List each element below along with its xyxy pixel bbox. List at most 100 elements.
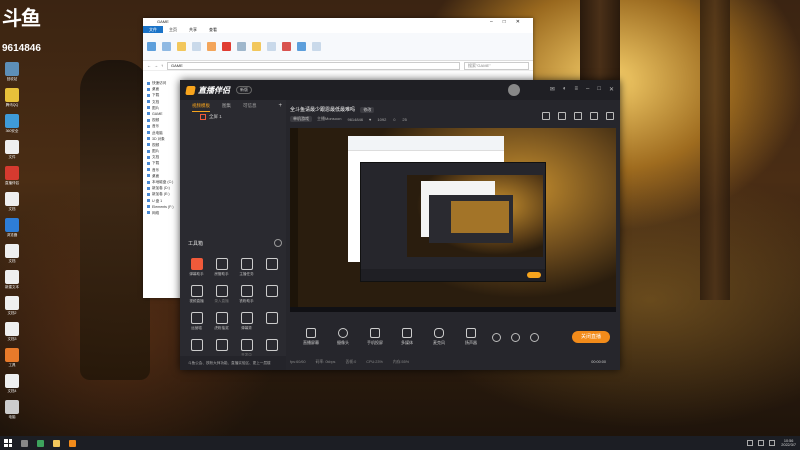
mail-icon[interactable]: ✉ xyxy=(550,86,555,93)
menu-icon[interactable]: ≡ xyxy=(574,86,578,93)
open-icon[interactable] xyxy=(297,42,306,51)
share-icon[interactable] xyxy=(574,112,582,120)
settings-icon[interactable] xyxy=(530,332,539,342)
delete-icon[interactable] xyxy=(222,42,231,51)
more-icon[interactable] xyxy=(606,112,614,120)
tool-icon xyxy=(190,339,203,351)
tab-share[interactable]: 共享 xyxy=(183,26,203,33)
minimize-icon[interactable]: – xyxy=(586,86,589,93)
desktop-icon[interactable]: 新建文本 xyxy=(3,270,21,290)
paste-icon[interactable] xyxy=(177,42,186,51)
bell-icon[interactable] xyxy=(590,112,598,120)
toolbox-item[interactable] xyxy=(259,312,284,331)
desktop-icon[interactable]: 文档 xyxy=(3,244,21,264)
toolbox-item[interactable]: 录入直播 xyxy=(209,285,234,304)
desktop-icon[interactable]: 文档2 xyxy=(3,296,21,316)
desktop-icon[interactable]: 腾讯QQ xyxy=(3,88,21,108)
tab-info[interactable]: 可信息 xyxy=(243,100,257,112)
properties-icon[interactable] xyxy=(282,42,291,51)
desktop-icon[interactable]: 文档4 xyxy=(3,374,21,394)
add-scene-icon[interactable]: + xyxy=(278,100,282,112)
speaker-button[interactable]: 扬声器 xyxy=(460,328,482,346)
camera-button[interactable]: 摄像头 xyxy=(332,328,354,346)
pin-icon[interactable] xyxy=(147,42,156,51)
rename-icon[interactable] xyxy=(237,42,246,51)
eye-icon[interactable] xyxy=(511,332,520,342)
select-all-icon[interactable] xyxy=(312,42,321,51)
toolbox-item[interactable] xyxy=(259,285,284,304)
desktop-icon[interactable]: 文档 xyxy=(3,192,21,212)
tool-icon xyxy=(240,339,253,351)
search-box[interactable]: 搜索"GAME" xyxy=(464,61,529,70)
toolbox-settings-icon[interactable] xyxy=(274,239,282,247)
window-controls[interactable]: –□✕ xyxy=(490,18,530,26)
toolbox-item[interactable]: 铁粉助手 xyxy=(234,285,259,304)
maximize-icon[interactable]: □ xyxy=(597,86,601,93)
volume-icon[interactable] xyxy=(758,440,765,446)
toolbox-item[interactable] xyxy=(259,258,284,277)
edit-title-button[interactable]: 修改 xyxy=(360,107,375,113)
phone-cast-button[interactable]: 手机投屏 xyxy=(364,328,386,346)
copy-icon[interactable] xyxy=(162,42,171,51)
desktop-file-icon xyxy=(5,192,19,206)
desktop-icon[interactable]: 电脑 xyxy=(3,400,21,420)
play-icon[interactable] xyxy=(492,332,501,342)
tab-view[interactable]: 查看 xyxy=(203,26,223,33)
up-arrow-icon[interactable]: ↑ xyxy=(161,63,163,68)
media-button[interactable]: 多媒体 xyxy=(396,328,418,346)
windows-start-icon[interactable] xyxy=(4,439,12,447)
tab-gallery[interactable]: 图集 xyxy=(222,100,231,112)
gift-icon[interactable] xyxy=(542,112,550,120)
desktop-file-icon xyxy=(5,140,19,154)
tab-video-template[interactable]: 视频模板 xyxy=(192,100,210,112)
toolbox-item[interactable]: 虎粉抽奖 xyxy=(209,312,234,331)
scene-item[interactable]: 全屏 1 xyxy=(180,112,286,122)
toolbox-item[interactable]: 弹幕秀 xyxy=(234,312,259,331)
new-item-icon[interactable] xyxy=(267,42,276,51)
tool-label: 录入直播 xyxy=(214,299,229,303)
toolbox-item[interactable]: 视频直播 xyxy=(184,285,209,304)
search-icon[interactable] xyxy=(21,439,28,447)
tab-file[interactable]: 文件 xyxy=(143,26,163,33)
network-icon[interactable] xyxy=(747,440,754,446)
desktop-icon-label: 文档2 xyxy=(7,311,17,315)
lock-icon[interactable] xyxy=(558,112,566,120)
folder-icon[interactable] xyxy=(53,439,60,447)
toolbox-item[interactable]: 房管助手 xyxy=(209,258,234,277)
app-main-panel: 全斗鱼请最少跟恩最低最难吗 修改 单机游戏 主播Monsoon 9614846 … xyxy=(286,100,620,370)
desktop-icon[interactable]: 回收站 xyxy=(3,62,21,82)
nav-item[interactable]: 网络 xyxy=(147,210,175,216)
address-bar[interactable]: GAME xyxy=(167,61,460,70)
mic-button[interactable]: 麦克风 xyxy=(428,328,450,346)
close-icon[interactable]: ✕ xyxy=(609,86,614,93)
desktop-icon[interactable]: 360安全 xyxy=(3,114,21,134)
system-tray: 10:56 2022/3/7 xyxy=(742,436,796,450)
category-badge[interactable]: 单机游戏 xyxy=(290,116,312,122)
clock[interactable]: 10:56 2022/3/7 xyxy=(781,439,796,448)
browser-icon[interactable] xyxy=(37,439,44,447)
desktop-icon[interactable]: 文件 xyxy=(3,140,21,160)
desktop-icon[interactable]: 直播伴侣 xyxy=(3,166,21,186)
forward-arrow-icon[interactable]: → xyxy=(154,63,158,68)
user-avatar[interactable] xyxy=(508,84,520,96)
new-folder-icon[interactable] xyxy=(252,42,261,51)
move-icon[interactable] xyxy=(192,42,201,51)
screen-source-button[interactable]: 直播屏幕 xyxy=(300,328,322,346)
desktop-icon[interactable]: 文档3 xyxy=(3,322,21,342)
companion-taskbar-icon[interactable] xyxy=(69,439,76,447)
ime-icon[interactable] xyxy=(769,440,776,446)
toolbox-item[interactable]: 弹幕助手 xyxy=(184,258,209,277)
stop-live-button[interactable]: 关闭直播 xyxy=(572,331,610,343)
version-badge[interactable]: 新版 xyxy=(236,86,252,94)
back-arrow-icon[interactable]: ← xyxy=(147,63,151,68)
toolbox-item[interactable]: 运营喵 xyxy=(184,312,209,331)
desktop-icon[interactable]: 工具 xyxy=(3,348,21,368)
copy-to-icon[interactable] xyxy=(207,42,216,51)
app-window-controls: ✉ ◐ ≡ – □ ✕ xyxy=(542,86,614,93)
tab-home[interactable]: 主页 xyxy=(163,26,183,33)
desktop-icon[interactable]: 浏览器 xyxy=(3,218,21,238)
toolbox-item[interactable]: 主播任务 xyxy=(234,258,259,277)
desktop-file-icon xyxy=(5,62,19,76)
stream-preview[interactable] xyxy=(290,128,616,312)
skin-icon[interactable]: ◐ xyxy=(563,86,567,93)
